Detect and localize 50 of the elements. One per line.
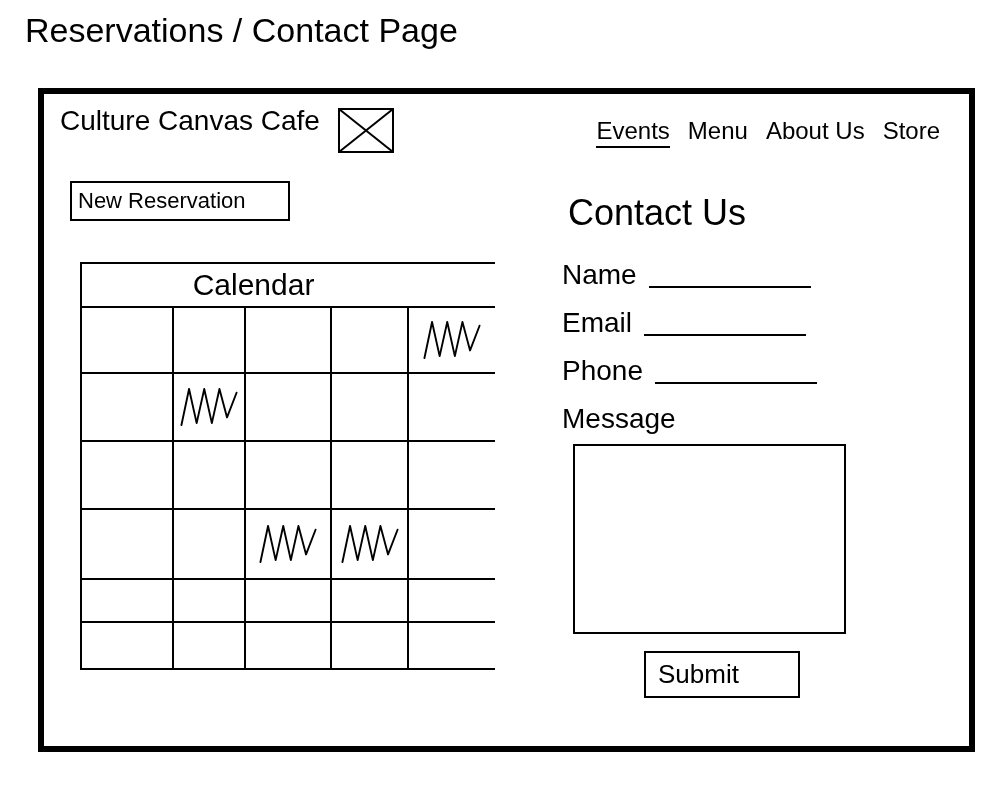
calendar-cell[interactable] [246,623,330,668]
field-label: Name [562,258,637,292]
calendar-cell[interactable] [332,580,407,621]
message-box[interactable] [573,444,846,634]
calendar-title: Calendar [82,264,495,306]
nav-link[interactable]: Events [596,116,670,148]
calendar-cell[interactable] [174,442,244,508]
calendar-cell[interactable] [174,623,244,668]
calendar-cell[interactable] [174,580,244,621]
calendar-cell[interactable] [332,308,407,372]
image-placeholder-icon [337,108,394,153]
calendar-cell[interactable] [82,308,172,372]
submit-button[interactable]: Submit [644,651,800,698]
calendar-cell[interactable] [82,442,172,508]
scribble-icon [180,388,238,426]
contact-title: Contact Us [568,191,747,234]
calendar-cell[interactable] [82,580,172,621]
calendar-cell[interactable] [246,374,330,440]
field-label: Phone [562,354,643,388]
calendar-cell[interactable] [332,374,407,440]
page-title: Reservations / Contact Page [25,10,458,51]
calendar-cell[interactable] [174,308,244,372]
scribble-icon [340,525,399,563]
calendar-cell[interactable] [246,580,330,621]
scribble-icon [423,321,481,359]
field-label: Message [562,402,676,436]
calendar-cell[interactable] [82,374,172,440]
new-reservation-button[interactable]: New Reservation [70,181,290,221]
calendar-cell[interactable] [409,510,495,578]
field-label: Email [562,306,632,340]
calendar-cell[interactable] [409,374,495,440]
calendar-cell[interactable] [409,580,495,621]
calendar-cell[interactable] [174,510,244,578]
calendar-cell[interactable] [82,510,172,578]
nav-link[interactable]: Store [882,116,940,148]
nav-link[interactable]: Menu [687,116,748,148]
calendar-cell[interactable] [409,623,495,668]
calendar-cell[interactable] [332,442,407,508]
calendar-cell[interactable] [409,442,495,508]
nav-link[interactable]: About Us [765,116,865,148]
calendar-cell[interactable] [332,623,407,668]
calendar-cell[interactable] [174,374,244,440]
calendar-cell[interactable] [246,308,330,372]
calendar-cell[interactable] [82,623,172,668]
scribble-icon [259,525,317,563]
calendar-cell[interactable] [246,442,330,508]
calendar-cell[interactable] [246,510,330,578]
brand-name: Culture Canvas Cafe [60,104,320,138]
calendar-cell[interactable] [332,510,407,578]
calendar-cell[interactable] [409,308,495,372]
